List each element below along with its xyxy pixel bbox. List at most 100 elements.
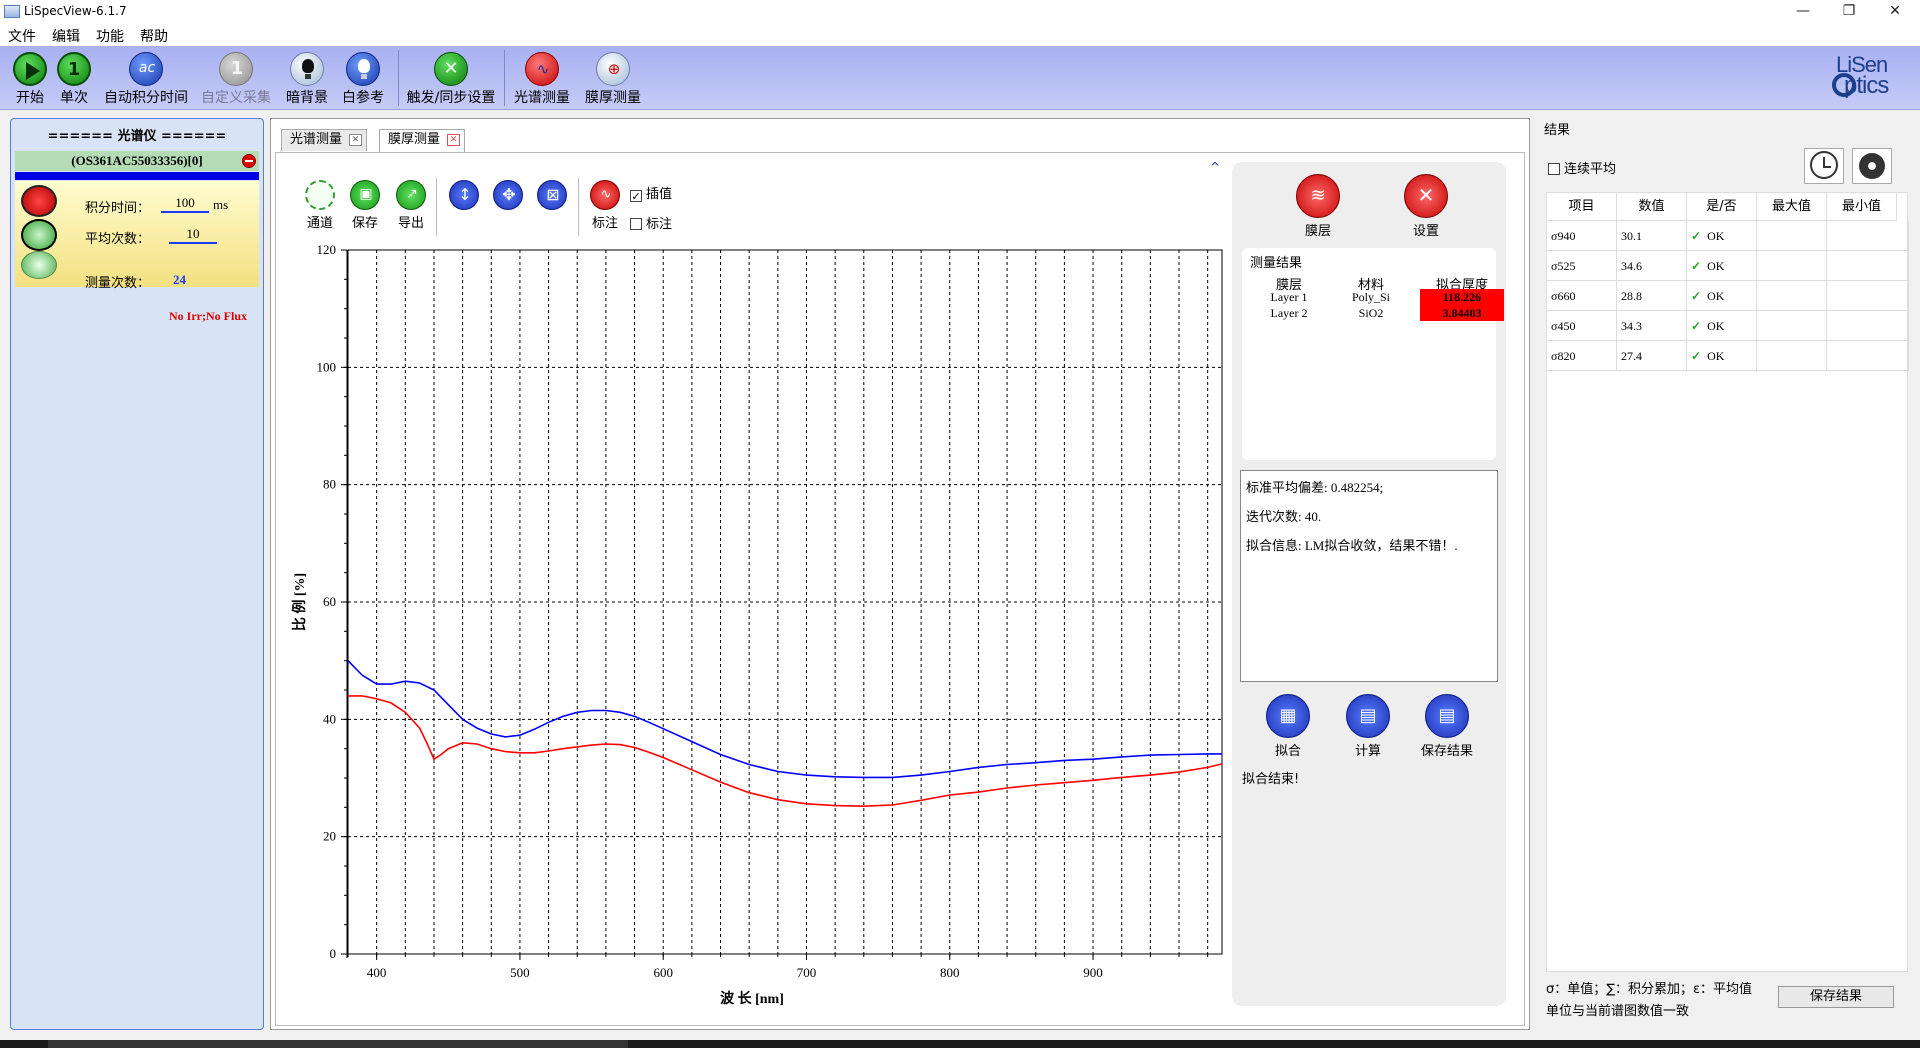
fit-info-box: 标准平均偏差: 0.482254; 迭代次数: 40. 拟合信息: LM拟合收敛… (1240, 470, 1498, 682)
collapse-icon[interactable]: ^ (1210, 160, 1220, 174)
film-measure-icon: ⊕ (596, 52, 630, 86)
fit-message: 拟合信息: LM拟合收敛，结果不错！. (1246, 538, 1458, 553)
unit-note: 单位与当前谱图数值一致 (1546, 1004, 1690, 1019)
play-icon (13, 52, 47, 86)
integration-time-unit: ms (213, 197, 229, 212)
title-bar: LiSpecView-6.1.7 — ❐ ✕ (0, 0, 1920, 24)
interpolate-checkbox[interactable]: ✓ 插值 (630, 183, 672, 202)
column-header[interactable]: 数值 (1617, 193, 1687, 221)
fit-button[interactable]: ▦ 拟合 (1258, 694, 1318, 759)
measurement-result-box: 测量结果 膜层 材料 拟合厚度 Layer 1 Poly_Si 118.226 … (1242, 248, 1504, 460)
device-header[interactable]: (OS361AC55033356)[0] (15, 151, 259, 171)
trigger-sync-button[interactable]: ✕ 触发/同步设置 (404, 48, 498, 108)
column-header[interactable]: 是/否 (1687, 193, 1757, 221)
column-header[interactable]: 项目 (1547, 193, 1617, 221)
spectrometer-title: ====== 光谱仪 ====== (47, 129, 227, 144)
spectrum-measure-button[interactable]: ∿ 光谱测量 (510, 48, 574, 108)
check-icon: ✓ (1691, 229, 1702, 243)
export-button[interactable]: ↗ 导出 (394, 180, 428, 231)
integration-time-label: 积分时间： (85, 201, 151, 216)
history-button[interactable] (1804, 148, 1844, 184)
menu-file[interactable]: 文件 (8, 26, 36, 46)
channel-button[interactable]: 通道 (302, 180, 338, 231)
menu-bar: 文件 编辑 功能 帮助 (0, 24, 1920, 46)
film-measure-button[interactable]: ⊕ 膜厚测量 (580, 48, 646, 108)
column-header[interactable]: 最小值 (1827, 193, 1897, 221)
dark-background-button[interactable]: 暗背景 (284, 48, 330, 108)
layer-material: SiO2 (1358, 306, 1384, 320)
chart-toolbar-separator (578, 178, 579, 236)
measure-count-label: 测量次数： (85, 276, 151, 291)
auto-integration-button[interactable]: ac 自动积分时间 (100, 48, 192, 108)
lisen-optics-logo: LiSen ptics (1832, 52, 1918, 104)
fit-std-deviation: 标准平均偏差: 0.482254; (1246, 480, 1384, 495)
remove-device-icon[interactable] (242, 154, 256, 168)
layer-material: Poly_Si (1351, 290, 1390, 304)
toolbar-separator (504, 50, 505, 106)
close-icon[interactable]: ✕ (447, 134, 461, 146)
main-toolbar: 开始 1 单次 ac 自动积分时间 1 自定义采集 暗背景 白参考 ✕ 触发/同… (0, 46, 1920, 110)
column-header[interactable]: 最大值 (1757, 193, 1827, 221)
checkbox-unchecked-icon (630, 218, 642, 230)
tab-spectrum[interactable]: 光谱测量 ✕ (281, 129, 368, 151)
save-chart-button[interactable]: ▣ 保存 (348, 180, 382, 231)
average-count-label: 平均次数： (85, 232, 151, 247)
window-title: LiSpecView-6.1.7 (24, 4, 127, 18)
layer-name: Layer 1 (1270, 290, 1308, 304)
dark-bulb-icon (290, 52, 324, 86)
custom-collect-icon: 1 (219, 52, 253, 86)
tools-icon: ✕ (434, 52, 468, 86)
pan-button[interactable]: ✥ (492, 180, 524, 210)
start-button[interactable]: 开始 (10, 48, 50, 108)
annotate-checkbox[interactable]: 标注 (630, 213, 672, 232)
white-reference-button[interactable]: 白参考 (340, 48, 386, 108)
film-side-panel: ≋ 膜层 ✕ 设置 测量结果 膜层 材料 拟合厚度 Layer 1 Poly_S… (1232, 162, 1506, 1006)
move-icon: ✥ (493, 180, 523, 210)
layer-name: Layer 2 (1270, 306, 1308, 320)
device-selection-bar (15, 172, 259, 180)
menu-help[interactable]: 帮助 (140, 26, 168, 46)
gear-icon (1859, 153, 1885, 179)
calculator-icon: ▤ (1425, 694, 1469, 738)
menu-edit[interactable]: 编辑 (52, 26, 80, 46)
continuous-average-checkbox[interactable]: 连续平均 (1548, 158, 1616, 177)
annotate-button[interactable]: ∿ 标注 (588, 180, 622, 231)
layer-thickness: 3.84403 (1420, 305, 1504, 321)
calculator-icon: ▤ (1346, 694, 1390, 738)
minimize-button[interactable]: — (1780, 0, 1826, 24)
tab-film[interactable]: 膜厚测量 ✕ (379, 129, 466, 152)
toolbar-separator (398, 50, 399, 106)
spectrometer-panel: ====== 光谱仪 ====== (OS361AC55033356)[0] 积… (10, 118, 264, 1030)
measure-count-value: 24 (173, 272, 186, 287)
status-text: No Irr;No Flux (169, 309, 247, 323)
custom-collect-button[interactable]: 1 自定义采集 (198, 48, 274, 108)
save-results-button[interactable]: 保存结果 (1778, 986, 1894, 1008)
zoom-vertical-button[interactable]: ↕ (448, 180, 480, 210)
auto-integration-icon: ac (129, 52, 163, 86)
spectrum-wave-icon: ∿ (525, 52, 559, 86)
annotate-icon: ∿ (590, 180, 620, 210)
film-settings-button[interactable]: ✕ 设置 (1396, 174, 1456, 239)
menu-function[interactable]: 功能 (96, 26, 124, 46)
light-bulb-icon[interactable] (21, 251, 57, 279)
dark-bulb-icon[interactable] (21, 219, 57, 251)
close-icon[interactable]: ✕ (349, 134, 363, 146)
calculate-button[interactable]: ▤ 计算 (1338, 694, 1398, 759)
results-table: 项目 数值 是/否 最大值 最小值 σ940 30.1 ✓ OK σ525 34.… (1546, 192, 1909, 972)
check-icon: ✓ (1691, 289, 1702, 303)
white-bulb-icon (346, 52, 380, 86)
average-count-input[interactable]: 10 (169, 226, 217, 244)
gear-icon[interactable] (21, 185, 57, 217)
fit-iterations: 迭代次数: 40. (1246, 509, 1322, 524)
maximize-button[interactable]: ❐ (1826, 0, 1872, 24)
save-fit-button[interactable]: ▤ 保存结果 (1412, 694, 1482, 759)
close-window-button[interactable]: ✕ (1872, 0, 1918, 24)
check-icon: ✓ (1691, 349, 1702, 363)
reset-zoom-button[interactable]: ⊠ (536, 180, 568, 210)
check-icon: ✓ (1691, 259, 1702, 273)
integration-time-input[interactable]: 100 (161, 195, 209, 213)
layers-button[interactable]: ≋ 膜层 (1288, 174, 1348, 239)
wrench-icon: ✕ (1404, 174, 1448, 218)
single-button[interactable]: 1 单次 (54, 48, 94, 108)
results-settings-button[interactable] (1852, 148, 1892, 184)
